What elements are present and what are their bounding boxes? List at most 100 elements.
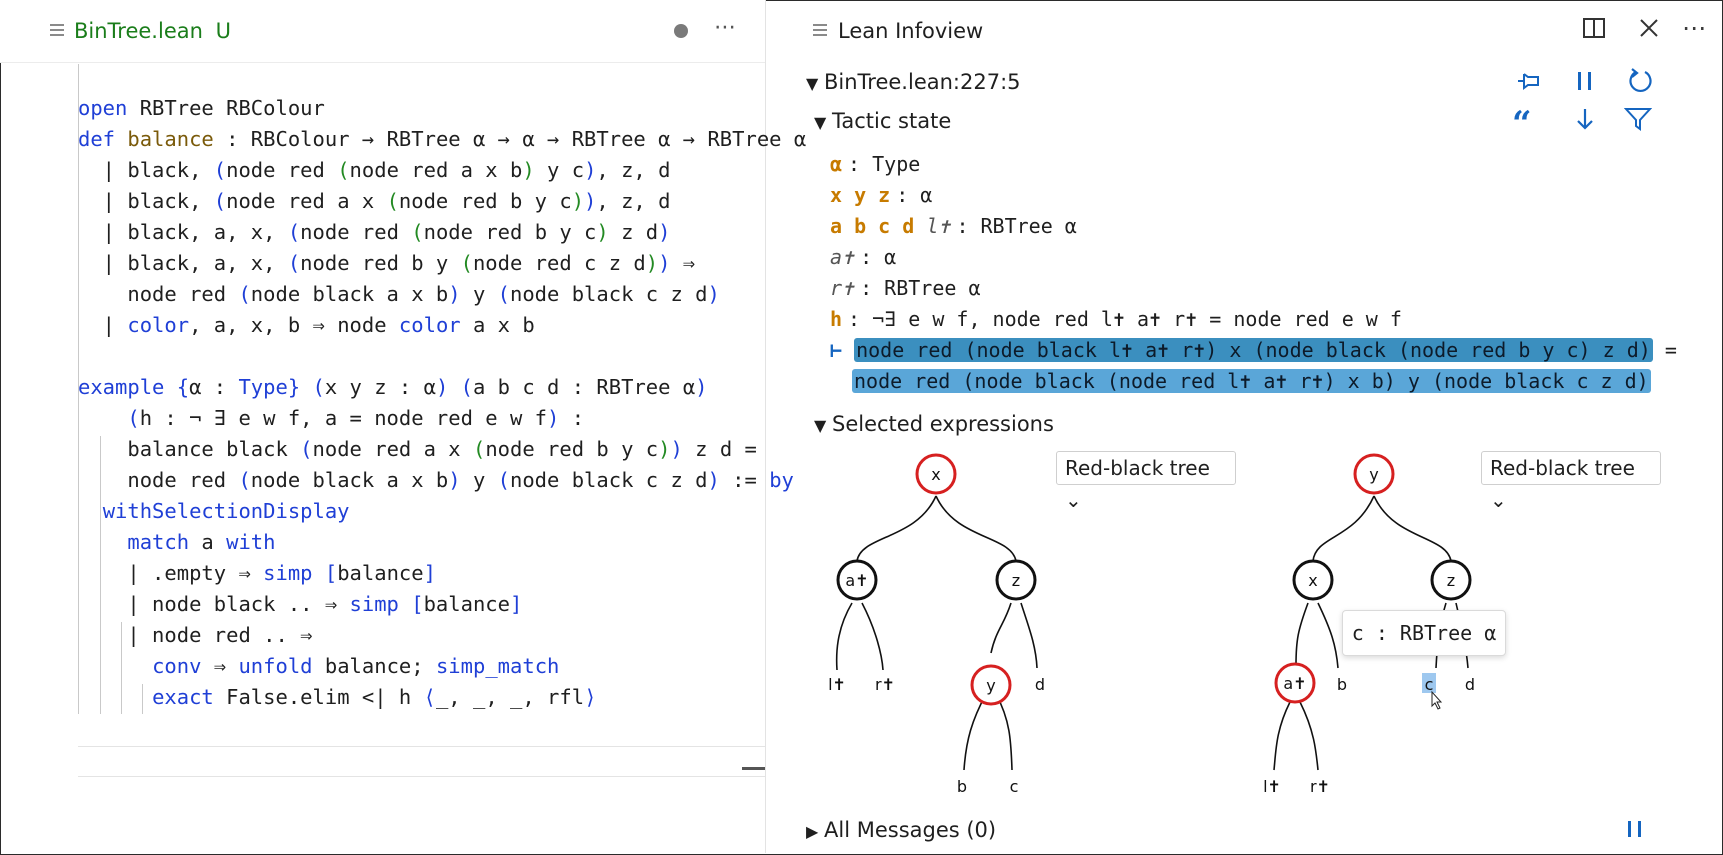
goal-rhs-selected[interactable]: node red (node black (node red l✝ a✝ r✝)… [852, 369, 1651, 393]
tree-leaf-label[interactable]: c [1425, 675, 1434, 694]
all-messages-label: All Messages (0) [824, 818, 997, 842]
code-line[interactable]: conv ⇒ unfold balance; simp_match [78, 651, 559, 682]
arrow-down-icon[interactable] [1574, 106, 1596, 139]
tree-leaf-label[interactable]: l✝ [828, 675, 846, 694]
editor-tab[interactable]: BinTree.lean U [74, 19, 231, 43]
goal-eq[interactable]: = [1653, 338, 1677, 362]
hypothesis[interactable]: α: Type [830, 149, 920, 179]
tree-leaf-label[interactable]: r✝ [875, 675, 895, 694]
tree-leaf-label[interactable]: d [1035, 675, 1045, 694]
tree-node-label[interactable]: a✝ [1283, 674, 1306, 693]
code-line[interactable]: withSelectionDisplay [78, 496, 350, 527]
code-line[interactable]: | black, (node red a x (node red b y c))… [78, 186, 671, 217]
goal-line[interactable]: ⊢ node red (node black l✝ a✝ r✝) x (node… [830, 335, 1677, 365]
selected-expressions-label: Selected expressions [832, 412, 1054, 436]
selected-expressions-header[interactable]: ▼ Selected expressions [814, 412, 1054, 436]
tree-node-label[interactable]: y [1369, 465, 1378, 484]
tactic-state-header[interactable]: ▼ Tactic state [814, 109, 951, 133]
goal-line[interactable]: node red (node black (node red l✝ a✝ r✝)… [852, 366, 1651, 396]
code-line[interactable]: node red (node black a x b) y (node blac… [78, 465, 794, 496]
tree-node-label[interactable]: y [986, 676, 995, 695]
location-section-header[interactable]: ▼ BinTree.lean:227:5 [806, 70, 1021, 94]
code-line[interactable]: def balance : RBColour → RBTree α → α → … [78, 124, 806, 155]
code-line[interactable]: balance black (node red a x (node red b … [78, 434, 757, 465]
hyp-type[interactable]: : RBTree α [956, 214, 1076, 238]
rb-tree-1[interactable]: x a✝ z y l✝ r✝ d b c [766, 440, 1066, 810]
editor-pane[interactable]: BinTree.lean U ⋯ open RBTree RBColour de… [0, 0, 806, 853]
code-line[interactable]: (h : ¬ ∃ e w f, a = node red e w f) : [78, 403, 584, 434]
hyp-type[interactable]: : Type [848, 152, 920, 176]
hypothesis[interactable]: r✝: RBTree α [830, 273, 981, 303]
infoview-pane[interactable]: Lean Infoview ⋯ ▼ BinTree.lean:227:5 “ ▼ T… [766, 0, 1723, 853]
hyp-inaccessible-name[interactable]: r✝ [830, 276, 854, 300]
code-line[interactable]: | black, a, x, (node red b y (node red c… [78, 248, 695, 279]
tree-node-label[interactable]: x [1308, 571, 1317, 590]
tree-node-label[interactable]: z [1447, 571, 1455, 590]
code-line[interactable]: | node black .. ⇒ simp [balance] [78, 589, 522, 620]
code-line[interactable]: | .empty ⇒ simp [balance] [78, 558, 436, 589]
all-messages-header[interactable]: ▶ All Messages (0) [806, 818, 996, 842]
hypothesis[interactable]: a b c d l✝: RBTree α [830, 211, 1077, 241]
chevron-down-icon: ⌄ [1065, 488, 1082, 512]
display-mode-select[interactable]: Red-black tree ⌄ [1481, 451, 1661, 512]
code-line[interactable]: | black, (node red (node red a x b) y c)… [78, 155, 671, 186]
pin-icon[interactable] [1515, 68, 1543, 101]
hover-tooltip: c : RBTree α [1342, 610, 1506, 656]
file-lines-icon [50, 24, 64, 38]
more-actions-icon[interactable]: ⋯ [714, 14, 737, 40]
hypothesis[interactable]: x y z: α [830, 180, 932, 210]
hand-cursor-icon [1431, 690, 1443, 710]
hyp-type[interactable]: : ¬∃ e w f, node red l✝ a✝ r✝ = node red… [848, 307, 1402, 331]
code-line[interactable]: example {α : Type} (x y z : α) (a b c d … [78, 372, 708, 403]
code-line[interactable]: | color, a, x, b ⇒ node color a x b [78, 310, 535, 341]
code-line[interactable]: | black, a, x, (node red (node red b y c… [78, 217, 671, 248]
current-line-highlight [78, 746, 765, 777]
location-label: BinTree.lean:227:5 [824, 70, 1021, 94]
tree-leaf-label[interactable]: d [1465, 675, 1475, 694]
hypothesis[interactable]: h: ¬∃ e w f, node red l✝ a✝ r✝ = node re… [830, 304, 1402, 334]
code-area[interactable]: open RBTree RBColour def balance : RBCol… [0, 64, 806, 777]
hypothesis[interactable]: a✝: α [830, 242, 896, 272]
hyp-name[interactable]: h [830, 307, 842, 331]
file-lines-icon [813, 24, 827, 38]
hyp-name[interactable]: α [830, 152, 842, 176]
tab-filename[interactable]: BinTree.lean [74, 19, 203, 43]
code-line[interactable]: open RBTree RBColour [78, 93, 325, 124]
hyp-inaccessible-name[interactable]: a✝ [830, 245, 854, 269]
chevron-down-icon: ⌄ [1490, 488, 1507, 512]
scrollbar-thumb[interactable] [742, 767, 765, 770]
hyp-name[interactable]: x y z [830, 183, 890, 207]
tree-node-label[interactable]: z [1012, 571, 1020, 590]
filter-icon[interactable] [1623, 106, 1653, 139]
code-line[interactable]: node red (node black a x b) y (node blac… [78, 279, 719, 310]
quote-icon[interactable]: “ [1512, 104, 1532, 144]
hyp-type[interactable]: : α [860, 245, 896, 269]
hyp-name[interactable]: a b c d [830, 214, 914, 238]
tree-leaf-label[interactable]: b [1337, 675, 1347, 694]
tactic-state-label: Tactic state [832, 109, 952, 133]
goal-lhs-selected[interactable]: node red (node black l✝ a✝ r✝) x (node b… [854, 338, 1653, 362]
editor-tab-bar: BinTree.lean U ⋯ [0, 0, 765, 63]
tree-leaf-label[interactable]: r✝ [1310, 777, 1330, 796]
tree-leaf-label[interactable]: l✝ [1263, 777, 1281, 796]
code-line[interactable]: | node red .. ⇒ [78, 620, 312, 651]
tree-leaf-label[interactable]: c [1010, 777, 1019, 796]
tab-git-status: U [215, 19, 231, 43]
refresh-icon[interactable] [1626, 67, 1654, 102]
unsaved-dot-icon[interactable] [674, 24, 688, 38]
turnstile: ⊢ [830, 338, 843, 362]
tree-node-label[interactable]: x [931, 465, 940, 484]
split-editor-icon[interactable] [1582, 16, 1606, 47]
more-actions-icon[interactable]: ⋯ [1682, 14, 1706, 43]
tree-leaf-label[interactable]: b [957, 777, 967, 796]
code-line[interactable]: match a with [78, 527, 275, 558]
tree-node-label[interactable]: a✝ [845, 571, 868, 590]
hyp-type[interactable]: : RBTree α [860, 276, 980, 300]
hyp-inaccessible-name[interactable]: l✝ [926, 214, 950, 238]
pause-icon[interactable] [1624, 816, 1646, 849]
close-icon[interactable] [1637, 16, 1661, 47]
hyp-type[interactable]: : α [896, 183, 932, 207]
infoview-title: Lean Infoview [838, 19, 984, 43]
code-line[interactable]: exact False.elim <| h ⟨_, _, _, rfl⟩ [78, 682, 596, 713]
pause-icon[interactable] [1574, 68, 1596, 101]
